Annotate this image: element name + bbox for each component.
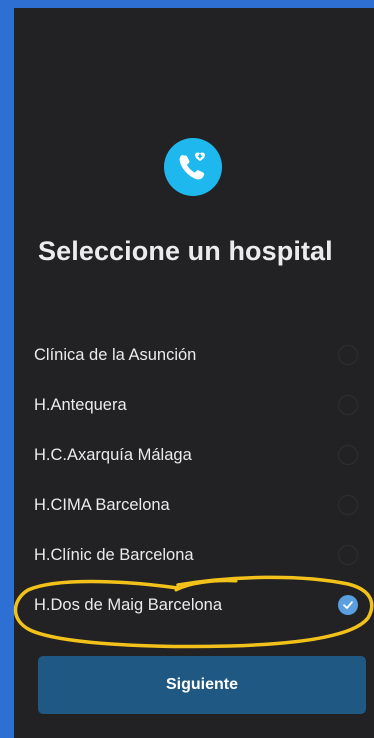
radio-button[interactable] (338, 345, 358, 365)
hospital-option[interactable]: H.Antequera (14, 380, 374, 430)
hospital-option[interactable]: Clínica de la Asunción (14, 330, 374, 380)
hospital-option-label: H.Antequera (34, 395, 127, 414)
hospital-option[interactable]: H.Clínic de Barcelona (14, 530, 374, 580)
hospital-option-label: Clínica de la Asunción (34, 345, 197, 364)
hospital-option-selected[interactable]: H.Dos de Maig Barcelona (14, 580, 374, 630)
device-frame: Seleccione un hospital Clínica de la Asu… (0, 0, 374, 738)
hospital-option[interactable]: H.C.Axarquía Málaga (14, 430, 374, 480)
hospital-selection-screen: Seleccione un hospital Clínica de la Asu… (14, 8, 374, 738)
phone-heart-icon (179, 152, 205, 180)
radio-button[interactable] (338, 545, 358, 565)
hospital-list: Clínica de la Asunción H.Antequera H.C.A… (14, 330, 374, 630)
radio-button-checked[interactable] (338, 595, 358, 615)
hospital-option-label: H.CIMA Barcelona (34, 495, 170, 514)
hospital-option-label: H.Clínic de Barcelona (34, 545, 194, 564)
radio-button[interactable] (338, 395, 358, 415)
next-button[interactable]: Siguiente (38, 656, 366, 714)
radio-button[interactable] (338, 495, 358, 515)
hospital-option-label: H.C.Axarquía Málaga (34, 445, 192, 464)
hospital-option-label: H.Dos de Maig Barcelona (34, 595, 223, 614)
hospital-option[interactable]: H.CIMA Barcelona (14, 480, 374, 530)
radio-button[interactable] (338, 445, 358, 465)
checkmark-icon (343, 601, 353, 609)
app-logo (164, 138, 222, 196)
page-title: Seleccione un hospital (38, 236, 333, 266)
